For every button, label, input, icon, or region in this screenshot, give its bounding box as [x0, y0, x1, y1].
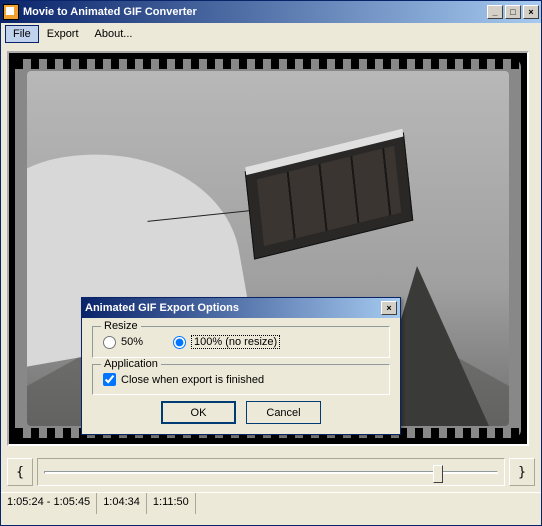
- resize-50-label: 50%: [121, 336, 143, 348]
- main-window: Movie to Animated GIF Converter _ □ × Fi…: [0, 0, 542, 526]
- maximize-button[interactable]: □: [505, 5, 521, 19]
- status-duration: 1:11:50: [147, 493, 196, 514]
- status-range: 1:05:24 - 1:05:45: [1, 493, 97, 514]
- close-when-finished-checkbox[interactable]: Close when export is finished: [103, 373, 379, 386]
- menubar: File Export About...: [1, 23, 541, 45]
- resize-50-input[interactable]: [103, 336, 116, 349]
- application-group: Application Close when export is finishe…: [92, 364, 390, 395]
- playback-controls: { }: [1, 452, 541, 492]
- close-button[interactable]: ×: [523, 5, 539, 19]
- application-legend: Application: [101, 358, 161, 370]
- menu-about[interactable]: About...: [87, 25, 141, 43]
- resize-100-input[interactable]: [173, 336, 186, 349]
- cancel-button[interactable]: Cancel: [246, 401, 321, 424]
- minimize-button[interactable]: _: [487, 5, 503, 19]
- statusbar: 1:05:24 - 1:05:45 1:04:34 1:11:50: [1, 492, 541, 514]
- close-when-finished-label: Close when export is finished: [121, 374, 264, 386]
- status-position: 1:04:34: [97, 493, 147, 514]
- seek-thumb[interactable]: [433, 465, 443, 483]
- resize-100-radio[interactable]: 100% (no resize): [173, 335, 280, 349]
- menu-file[interactable]: File: [5, 25, 39, 43]
- resize-legend: Resize: [101, 320, 141, 332]
- close-when-finished-input[interactable]: [103, 373, 116, 386]
- dialog-close-button[interactable]: ×: [381, 301, 397, 315]
- content-area: Animated GIF Export Options × Resize 50%…: [1, 45, 541, 452]
- resize-group: Resize 50% 100% (no resize): [92, 326, 390, 358]
- titlebar: Movie to Animated GIF Converter _ □ ×: [1, 1, 541, 23]
- resize-100-label: 100% (no resize): [191, 335, 280, 349]
- seek-slider[interactable]: [37, 458, 505, 486]
- next-button[interactable]: }: [509, 458, 535, 486]
- menu-export[interactable]: Export: [39, 25, 87, 43]
- resize-50-radio[interactable]: 50%: [103, 336, 143, 349]
- dialog-titlebar: Animated GIF Export Options ×: [82, 298, 400, 318]
- ok-button[interactable]: OK: [161, 401, 236, 424]
- window-title: Movie to Animated GIF Converter: [23, 6, 487, 18]
- export-options-dialog: Animated GIF Export Options × Resize 50%…: [81, 297, 401, 435]
- dialog-title: Animated GIF Export Options: [85, 302, 381, 314]
- prev-button[interactable]: {: [7, 458, 33, 486]
- app-icon: [3, 4, 19, 20]
